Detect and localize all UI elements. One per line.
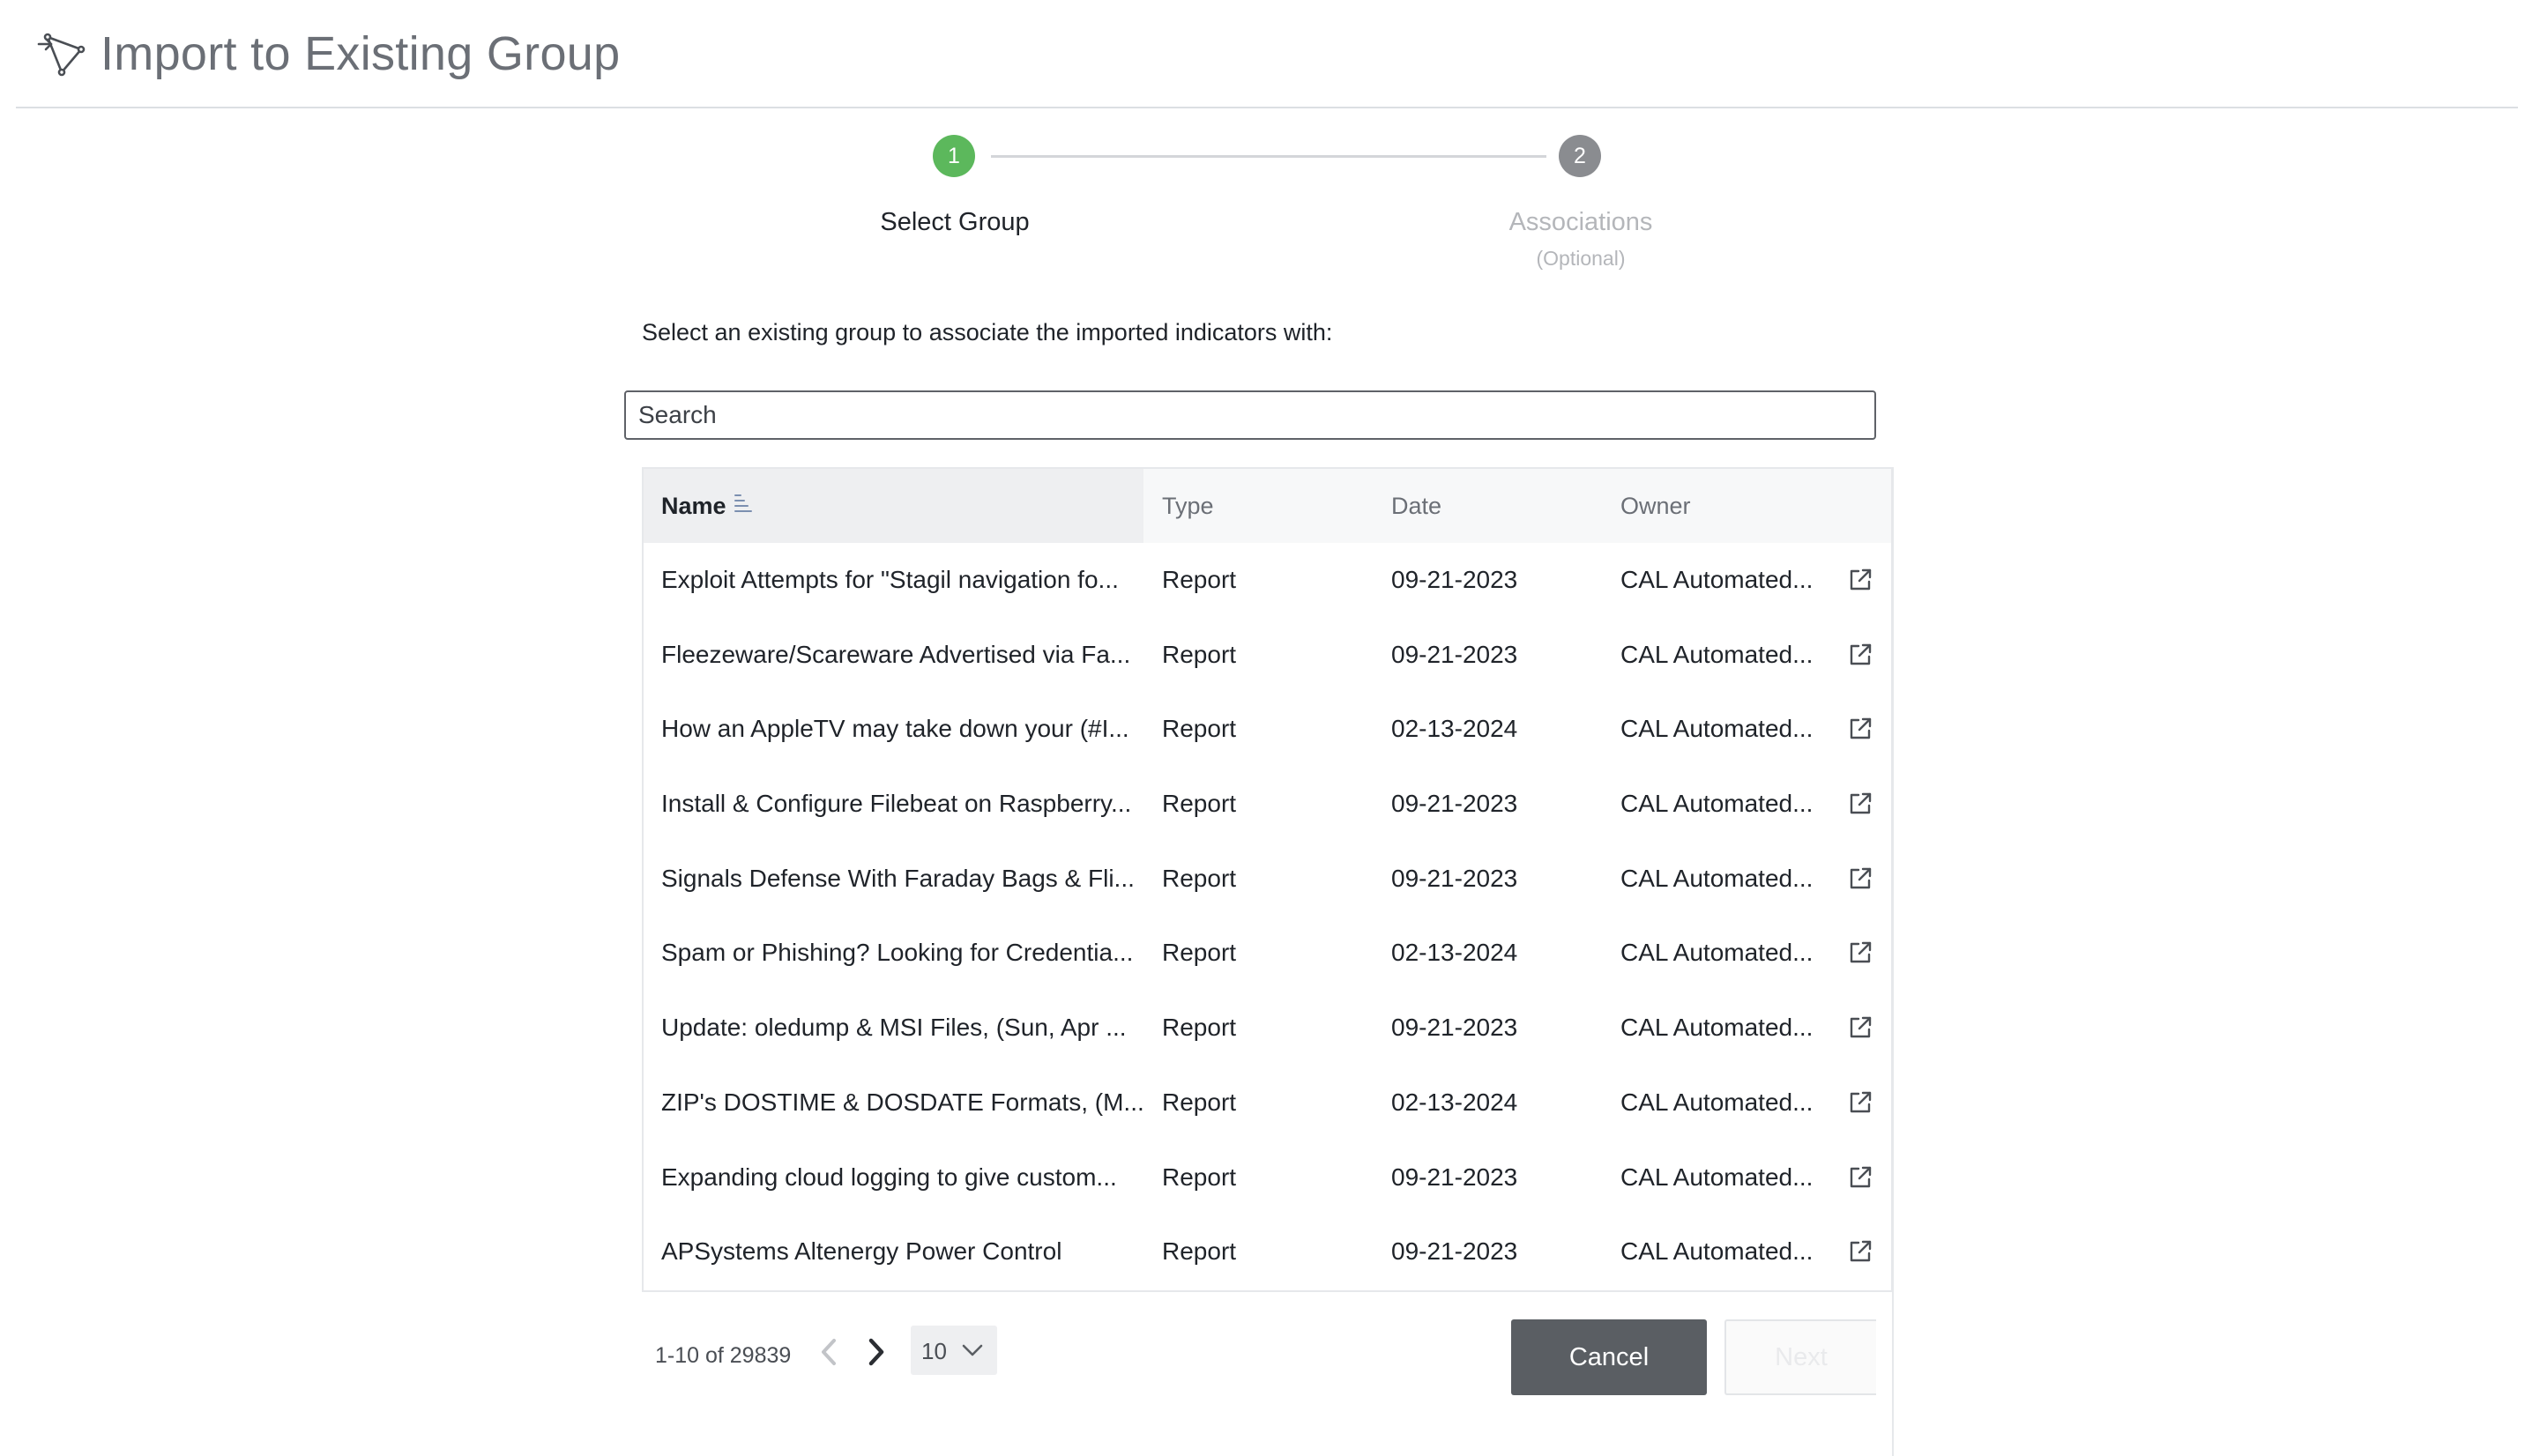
external-link-icon[interactable] [1846, 939, 1874, 967]
row-type: Report [1162, 1237, 1237, 1266]
row-type: Report [1162, 1088, 1237, 1116]
table-row[interactable]: Expanding cloud logging to give custom..… [644, 1140, 1891, 1215]
row-date: 09-21-2023 [1391, 864, 1518, 892]
row-type: Report [1162, 640, 1237, 668]
column-header-owner[interactable]: Owner [1620, 493, 1691, 520]
page-size-value: 10 [921, 1338, 947, 1364]
row-name: How an AppleTV may take down your (#I... [661, 715, 1129, 743]
row-name: Signals Defense With Faraday Bags & Fli.… [661, 864, 1135, 892]
next-button[interactable]: Next [1724, 1319, 1876, 1395]
table-row[interactable]: Spam or Phishing? Looking for Credentia.… [644, 916, 1891, 991]
external-link-icon[interactable] [1846, 641, 1874, 669]
row-date: 09-21-2023 [1391, 790, 1518, 818]
table-row[interactable]: ZIP's DOSTIME & DOSDATE Formats, (M... R… [644, 1066, 1891, 1140]
row-type: Report [1162, 939, 1237, 967]
external-link-icon[interactable] [1846, 566, 1874, 594]
row-owner: CAL Automated... [1620, 566, 1814, 593]
table-header: Name Type Date Owner [644, 469, 1891, 543]
step-2-sublabel: (Optional) [1536, 247, 1626, 270]
row-owner: CAL Automated... [1620, 1088, 1814, 1116]
table-row[interactable]: How an AppleTV may take down your (#I...… [644, 692, 1891, 767]
row-name: APSystems Altenergy Power Control [661, 1237, 1062, 1266]
chevron-down-icon [962, 1344, 983, 1356]
table-body: Exploit Attempts for "Stagil navigation … [644, 543, 1891, 1289]
external-link-icon[interactable] [1846, 1088, 1874, 1117]
row-name: Fleezeware/Scareware Advertised via Fa..… [661, 640, 1131, 668]
external-link-icon[interactable] [1846, 1163, 1874, 1192]
row-type: Report [1162, 790, 1237, 818]
row-type: Report [1162, 864, 1237, 892]
step-2-label: Associations [1508, 208, 1653, 236]
row-date: 09-21-2023 [1391, 640, 1518, 668]
row-owner: CAL Automated... [1620, 715, 1814, 743]
page-size-select[interactable]: 10 [911, 1326, 997, 1375]
row-date: 09-21-2023 [1391, 1237, 1518, 1266]
row-type: Report [1162, 715, 1237, 743]
external-link-icon[interactable] [1846, 1014, 1874, 1042]
external-link-icon[interactable] [1846, 790, 1874, 818]
row-owner: CAL Automated... [1620, 864, 1814, 892]
stepper-connector [991, 155, 1546, 158]
table-row[interactable]: Exploit Attempts for "Stagil navigation … [644, 543, 1891, 618]
row-name: ZIP's DOSTIME & DOSDATE Formats, (M... [661, 1088, 1144, 1116]
table-row[interactable]: Install & Configure Filebeat on Raspberr… [644, 767, 1891, 842]
table-row[interactable]: Update: oledump & MSI Files, (Sun, Apr .… [644, 991, 1891, 1066]
pagination-range: 1-10 of 29839 [655, 1343, 792, 1368]
external-link-icon[interactable] [1846, 865, 1874, 893]
row-type: Report [1162, 1014, 1237, 1042]
row-name: Install & Configure Filebeat on Raspberr… [661, 790, 1132, 818]
instructions-text: Select an existing group to associate th… [642, 319, 1333, 345]
step-1-indicator: 1 [933, 135, 975, 177]
row-date: 02-13-2024 [1391, 939, 1518, 967]
row-type: Report [1162, 566, 1237, 593]
row-type: Report [1162, 1163, 1237, 1191]
column-header-date[interactable]: Date [1391, 493, 1441, 520]
row-owner: CAL Automated... [1620, 1163, 1814, 1191]
row-name: Expanding cloud logging to give custom..… [661, 1163, 1117, 1191]
row-date: 09-21-2023 [1391, 1014, 1518, 1042]
step-2-indicator: 2 [1559, 135, 1601, 177]
row-name: Exploit Attempts for "Stagil navigation … [661, 566, 1119, 593]
row-owner: CAL Automated... [1620, 1014, 1814, 1042]
external-link-icon[interactable] [1846, 1237, 1874, 1266]
sort-ascending-icon[interactable] [734, 493, 753, 514]
chevron-left-icon[interactable] [813, 1333, 845, 1371]
row-date: 09-21-2023 [1391, 1163, 1518, 1191]
table-row[interactable]: Signals Defense With Faraday Bags & Fli.… [644, 842, 1891, 917]
row-date: 02-13-2024 [1391, 715, 1518, 743]
row-date: 09-21-2023 [1391, 566, 1518, 593]
row-name: Update: oledump & MSI Files, (Sun, Apr .… [661, 1014, 1127, 1042]
external-link-icon[interactable] [1846, 715, 1874, 743]
table-row[interactable]: Fleezeware/Scareware Advertised via Fa..… [644, 618, 1891, 693]
row-date: 02-13-2024 [1391, 1088, 1518, 1116]
table-row[interactable]: APSystems Altenergy Power Control Report… [644, 1215, 1891, 1289]
column-header-name[interactable]: Name [661, 493, 726, 520]
column-header-type[interactable]: Type [1162, 493, 1214, 520]
cancel-button[interactable]: Cancel [1511, 1319, 1707, 1395]
panel-divider [1892, 467, 1894, 1456]
row-owner: CAL Automated... [1620, 1237, 1814, 1266]
groups-table: Name Type Date Owner Exploit Attempts fo… [642, 467, 1893, 1292]
chevron-right-icon[interactable] [860, 1333, 892, 1371]
wizard-stepper: 1 2 Select Group Associations (Optional) [0, 0, 2525, 291]
step-1-label: Select Group [880, 208, 1030, 236]
row-owner: CAL Automated... [1620, 640, 1814, 668]
search-input[interactable] [624, 390, 1876, 440]
row-owner: CAL Automated... [1620, 790, 1814, 818]
row-owner: CAL Automated... [1620, 939, 1814, 967]
row-name: Spam or Phishing? Looking for Credentia.… [661, 939, 1134, 967]
